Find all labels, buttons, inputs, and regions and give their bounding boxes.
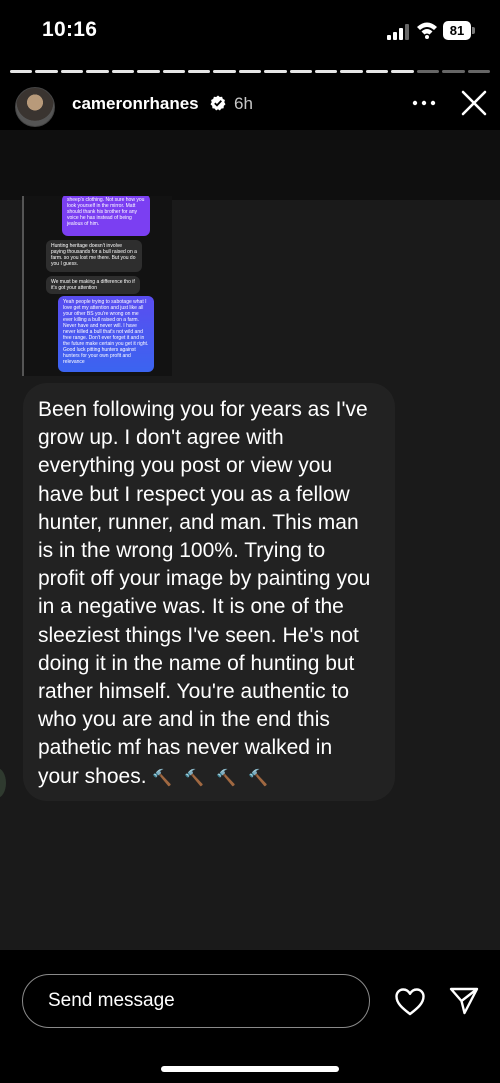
progress-segment <box>467 70 491 73</box>
heart-icon[interactable] <box>394 987 426 1017</box>
more-icon[interactable] <box>412 100 436 106</box>
share-icon[interactable] <box>449 986 479 1016</box>
progress-segment <box>86 70 109 73</box>
home-indicator <box>161 1066 339 1072</box>
progress-segment <box>416 70 440 73</box>
embedded-divider <box>22 196 24 376</box>
signal-icon <box>387 24 409 40</box>
story-header: cameronrhanes 6h <box>0 84 500 128</box>
embedded-blue-bubble: Yeah people trying to sabotage what I lo… <box>58 296 154 372</box>
progress-segment <box>289 70 313 73</box>
battery-indicator: 81 <box>443 21 475 40</box>
progress-segment <box>442 70 465 73</box>
story-progress <box>10 70 491 73</box>
battery-cap <box>472 27 475 34</box>
progress-segment <box>391 70 414 73</box>
wifi-icon <box>417 22 437 39</box>
progress-segment <box>111 70 135 73</box>
avatar[interactable] <box>15 87 55 127</box>
progress-segment <box>162 70 185 73</box>
message-bubble: Been following you for years as I've gro… <box>23 383 395 801</box>
progress-segment <box>238 70 262 73</box>
message-text: Been following you for years as I've gro… <box>38 398 371 788</box>
progress-segment <box>137 70 160 73</box>
battery-level: 81 <box>443 21 471 40</box>
embedded-gray-bubble-1: Hunting heritage doesn't involve paying … <box>46 240 142 272</box>
progress-segment <box>264 70 287 73</box>
progress-segment <box>187 70 211 73</box>
progress-segment <box>365 70 389 73</box>
progress-segment <box>10 70 33 73</box>
story-top-band <box>0 130 500 200</box>
embedded-gray-bubble-2: We must be making a difference tho if it… <box>46 276 140 294</box>
status-time: 10:16 <box>42 18 98 41</box>
embedded-screenshot: sheep's clothing. Not sure how you look … <box>22 196 172 376</box>
embedded-purple-bubble: sheep's clothing. Not sure how you look … <box>62 196 150 236</box>
hammer-emoji: 🔨🔨🔨🔨 <box>152 769 281 787</box>
send-message-input[interactable] <box>22 974 370 1028</box>
story-age: 6h <box>234 94 253 113</box>
progress-segment <box>35 70 58 73</box>
verified-icon <box>210 95 226 111</box>
progress-segment <box>60 70 84 73</box>
username[interactable]: cameronrhanes <box>72 94 199 114</box>
progress-segment <box>315 70 338 73</box>
close-icon[interactable] <box>460 89 488 117</box>
status-bar: 10:16 81 <box>0 0 500 64</box>
progress-segment <box>340 70 363 73</box>
progress-segment <box>213 70 236 73</box>
